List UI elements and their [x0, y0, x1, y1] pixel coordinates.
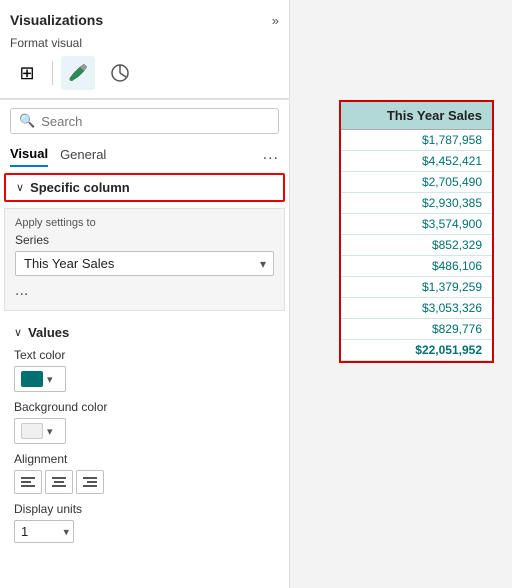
align-center-icon: [51, 475, 67, 489]
table-row: $3,053,326: [341, 298, 492, 319]
alignment-row: [14, 470, 275, 494]
display-units-dropdown[interactable]: 1 K M B: [14, 520, 74, 543]
values-header: ∨ Values: [14, 325, 275, 340]
search-input[interactable]: [41, 114, 270, 129]
series-more-options[interactable]: ...: [15, 280, 274, 302]
apply-settings-subsection: Apply settings to Series This Year Sales…: [4, 208, 285, 311]
brush-icon-button[interactable]: [61, 56, 95, 90]
table-row: $486,106: [341, 256, 492, 277]
icon-row: ⊞: [0, 56, 289, 100]
format-visual-label: Format visual: [0, 34, 289, 56]
brush-icon: [67, 62, 89, 84]
table-row: $2,705,490: [341, 172, 492, 193]
analytics-icon-button[interactable]: [103, 56, 137, 90]
tabs-more-button[interactable]: ...: [263, 146, 279, 164]
align-right-icon: [82, 475, 98, 489]
bg-color-swatch: [21, 423, 43, 439]
table-row: $3,574,900: [341, 214, 492, 235]
display-units-label: Display units: [14, 502, 275, 516]
text-color-swatch: [21, 371, 43, 387]
specific-column-label: Specific column: [30, 180, 130, 195]
series-dropdown[interactable]: This Year Sales: [15, 251, 274, 276]
table-grid-icon-button[interactable]: ⊞: [10, 56, 44, 90]
alignment-label: Alignment: [14, 452, 275, 466]
series-label: Series: [15, 233, 274, 247]
tab-general[interactable]: General: [60, 143, 106, 166]
specific-column-section-header[interactable]: ∨ Specific column: [4, 173, 285, 202]
align-center-button[interactable]: [45, 470, 73, 494]
apply-settings-label: Apply settings to: [15, 217, 274, 229]
tab-visual[interactable]: Visual: [10, 142, 48, 167]
panel-collapse-button[interactable]: »: [272, 13, 279, 28]
table-header: This Year Sales: [341, 102, 492, 130]
data-table: This Year Sales $1,787,958 $4,452,421 $2…: [339, 100, 494, 363]
tabs-row: Visual General ...: [0, 142, 289, 167]
analytics-icon: [109, 62, 131, 84]
section-chevron-icon: ∨: [16, 181, 24, 194]
table-row: $4,452,421: [341, 151, 492, 172]
table-row: $1,787,958: [341, 130, 492, 151]
search-box[interactable]: 🔍: [10, 108, 279, 134]
table-row: $1,379,259: [341, 277, 492, 298]
bg-color-chevron-icon: ▾: [47, 425, 53, 438]
text-color-chevron-icon: ▾: [47, 373, 53, 386]
icon-divider: [52, 61, 53, 85]
values-section: ∨ Values Text color ▾ Background color ▾…: [4, 317, 285, 551]
align-right-button[interactable]: [76, 470, 104, 494]
bg-color-label: Background color: [14, 400, 275, 414]
right-panel: This Year Sales $1,787,958 $4,452,421 $2…: [290, 0, 512, 588]
panel-title: Visualizations: [10, 12, 103, 28]
text-color-label: Text color: [14, 348, 275, 362]
values-chevron-icon: ∨: [14, 326, 22, 339]
values-title: Values: [28, 325, 69, 340]
table-row: $829,776: [341, 319, 492, 340]
table-row: $852,329: [341, 235, 492, 256]
bg-color-button[interactable]: ▾: [14, 418, 66, 444]
series-dropdown-wrapper[interactable]: This Year Sales: [15, 251, 274, 276]
panel-header: Visualizations »: [0, 8, 289, 34]
align-left-icon: [20, 475, 36, 489]
table-total-row: $22,051,952: [341, 340, 492, 361]
text-color-button[interactable]: ▾: [14, 366, 66, 392]
search-icon: 🔍: [19, 113, 35, 129]
align-left-button[interactable]: [14, 470, 42, 494]
display-units-dropdown-wrapper[interactable]: 1 K M B: [14, 520, 74, 543]
visualizations-panel: Visualizations » Format visual ⊞ 🔍 Visu: [0, 0, 290, 588]
table-row: $2,930,385: [341, 193, 492, 214]
